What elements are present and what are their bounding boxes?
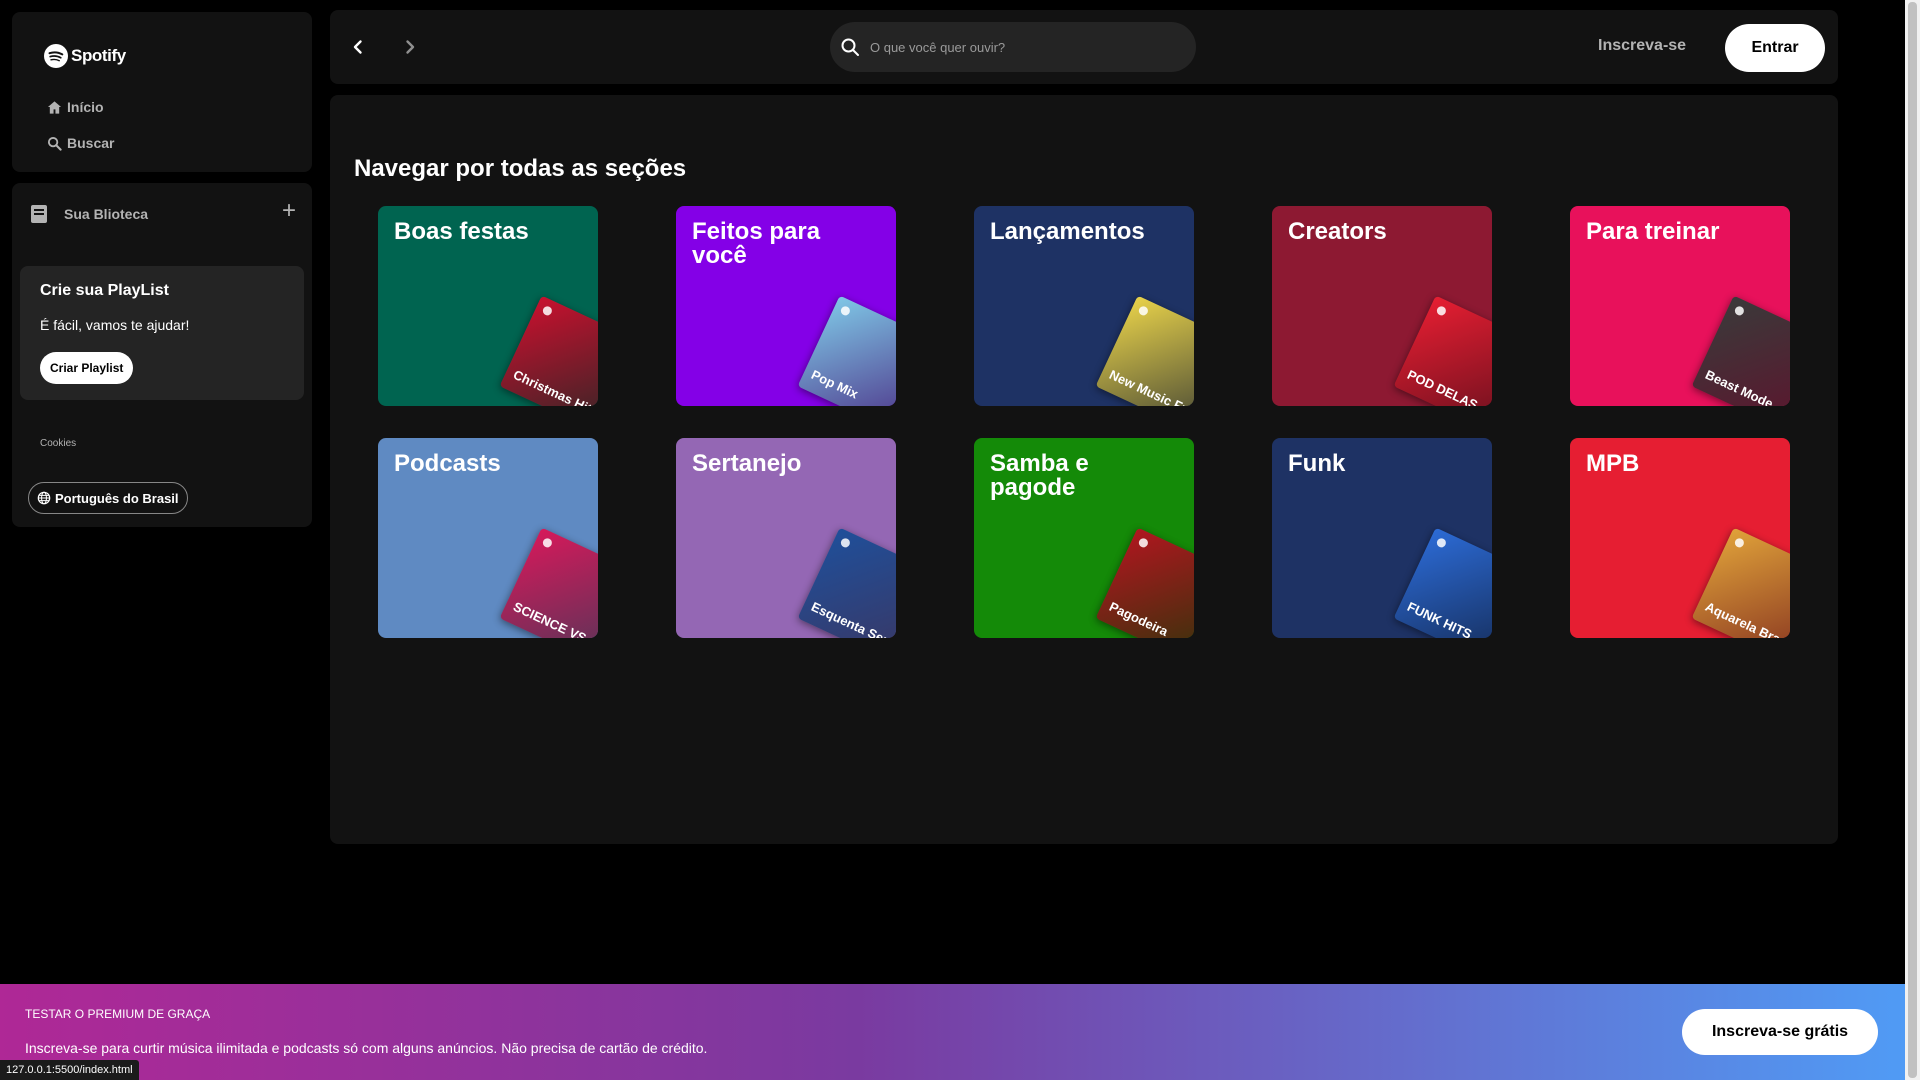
- category-cover-art: FUNK HITS: [1393, 527, 1492, 638]
- chevron-right-icon: [406, 40, 415, 54]
- search-icon: [841, 38, 859, 56]
- category-title: Podcasts: [394, 450, 501, 477]
- category-title: Samba e pagode: [990, 450, 1089, 501]
- search-icon: [47, 136, 62, 151]
- scrollbar-thumb[interactable]: [1908, 2, 1917, 1078]
- spotify-icon: [44, 44, 68, 68]
- category-title: Creators: [1288, 218, 1387, 245]
- cover-art-label: Pop Mix: [809, 366, 861, 402]
- category-card[interactable]: MPB Aquarela Brasileira: [1570, 438, 1790, 638]
- category-cover-art: Pagodeira: [1095, 527, 1194, 638]
- top-bar: Inscreva-se Entrar: [330, 10, 1838, 84]
- category-cover-art: Christmas Hits: [499, 295, 598, 406]
- plus-icon[interactable]: +: [282, 199, 296, 223]
- category-card[interactable]: Feitos para você Pop Mix: [676, 206, 896, 406]
- library-icon: [31, 205, 47, 223]
- main-content: Navegar por todas as seções Boas festas C…: [330, 95, 1838, 844]
- library-panel: Sua Blioteca + Crie sua PlayList É fácil…: [12, 183, 312, 527]
- spotify-mark-icon: [839, 304, 852, 317]
- category-card[interactable]: Creators POD DELAS: [1272, 206, 1492, 406]
- cover-art-label: Pagodeira: [1107, 598, 1171, 638]
- spotify-mark-icon: [839, 536, 852, 549]
- category-cover-art: Beast Mode: [1691, 295, 1790, 406]
- category-title: Sertanejo: [692, 450, 802, 477]
- nav-item-search-label: Buscar: [67, 135, 115, 151]
- create-playlist-card: Crie sua PlayList É fácil, vamos te ajud…: [20, 266, 304, 400]
- logo-text: Spotify: [71, 46, 126, 65]
- category-card[interactable]: Funk FUNK HITS: [1272, 438, 1492, 638]
- category-cover-art: POD DELAS: [1393, 295, 1492, 406]
- category-card[interactable]: Samba e pagode Pagodeira: [974, 438, 1194, 638]
- category-title: Para treinar: [1586, 218, 1720, 245]
- category-title: Boas festas: [394, 218, 529, 245]
- cover-art-label: FUNK HITS: [1405, 598, 1475, 638]
- spotify-mark-icon: [1733, 304, 1746, 317]
- category-card[interactable]: Podcasts SCIENCE VS: [378, 438, 598, 638]
- library-header[interactable]: Sua Blioteca: [28, 203, 148, 225]
- nav-item-search[interactable]: Buscar: [47, 135, 114, 151]
- signup-free-button[interactable]: Inscreva-se grátis: [1682, 1009, 1878, 1055]
- spotify-mark-icon: [541, 536, 554, 549]
- cover-art-label: Aquarela Brasileira: [1703, 598, 1790, 638]
- create-playlist-title: Crie sua PlayList: [40, 282, 169, 299]
- spotify-mark-icon: [541, 304, 554, 317]
- spotify-logo[interactable]: Spotify: [44, 44, 126, 68]
- globe-icon: [37, 491, 51, 505]
- language-label: Português do Brasil: [55, 490, 179, 506]
- language-button[interactable]: Português do Brasil: [28, 482, 188, 514]
- cookies-link[interactable]: Cookies: [40, 438, 76, 449]
- category-card[interactable]: Boas festas Christmas Hits: [378, 206, 598, 406]
- spotify-mark-icon: [1435, 536, 1448, 549]
- cover-art-label: Esquenta Sertanejo: [809, 598, 896, 638]
- forward-button[interactable]: [395, 32, 425, 62]
- create-playlist-subtitle: É fácil, vamos te ajudar!: [40, 317, 190, 333]
- premium-banner-subtitle: Inscreva-se para curtir música ilimitada…: [25, 1040, 708, 1056]
- category-title: Funk: [1288, 450, 1346, 477]
- scrollbar[interactable]: [1905, 0, 1920, 1080]
- category-title: MPB: [1586, 450, 1640, 477]
- category-title: Feitos para você: [692, 218, 821, 269]
- spotify-mark-icon: [1137, 536, 1150, 549]
- category-cover-art: Pop Mix: [797, 295, 896, 406]
- category-cover-art: Aquarela Brasileira: [1691, 527, 1790, 638]
- category-card[interactable]: Sertanejo Esquenta Sertanejo: [676, 438, 896, 638]
- spotify-mark-icon: [1137, 304, 1150, 317]
- signup-link[interactable]: Inscreva-se: [1598, 37, 1686, 55]
- spotify-mark-icon: [1733, 536, 1746, 549]
- search-bar[interactable]: [830, 22, 1196, 72]
- library-title: Sua Blioteca: [64, 206, 149, 222]
- category-cover-art: New Music Friday: [1095, 295, 1194, 406]
- cover-art-label: SCIENCE VS: [511, 598, 589, 638]
- nav-item-home[interactable]: Início: [47, 99, 104, 115]
- premium-banner[interactable]: TESTAR O PREMIUM DE GRAÇA Inscreva-se pa…: [0, 984, 1905, 1080]
- status-url: 127.0.0.1:5500/index.html: [0, 1060, 139, 1080]
- spotify-mark-icon: [1435, 304, 1448, 317]
- nav-item-home-label: Início: [67, 99, 104, 115]
- category-card[interactable]: Para treinar Beast Mode: [1570, 206, 1790, 406]
- back-button[interactable]: [343, 32, 373, 62]
- home-icon: [47, 100, 62, 114]
- cover-art-label: Christmas Hits: [511, 366, 598, 406]
- category-title: Lançamentos: [990, 218, 1145, 245]
- category-cover-art: SCIENCE VS: [499, 527, 598, 638]
- login-button[interactable]: Entrar: [1725, 24, 1825, 72]
- cover-art-label: New Music Friday: [1107, 366, 1194, 406]
- page-title: Navegar por todas as seções: [354, 155, 687, 182]
- chevron-left-icon: [353, 40, 362, 54]
- category-card[interactable]: Lançamentos New Music Friday: [974, 206, 1194, 406]
- premium-banner-title: TESTAR O PREMIUM DE GRAÇA: [25, 1007, 211, 1021]
- cover-art-label: POD DELAS: [1405, 366, 1481, 406]
- cover-art-label: Beast Mode: [1703, 366, 1776, 406]
- category-cover-art: Esquenta Sertanejo: [797, 527, 896, 638]
- search-input[interactable]: [870, 39, 1170, 55]
- create-playlist-button[interactable]: Criar Playlist: [40, 352, 134, 384]
- sidebar-nav-panel: Spotify Início Buscar: [12, 12, 312, 172]
